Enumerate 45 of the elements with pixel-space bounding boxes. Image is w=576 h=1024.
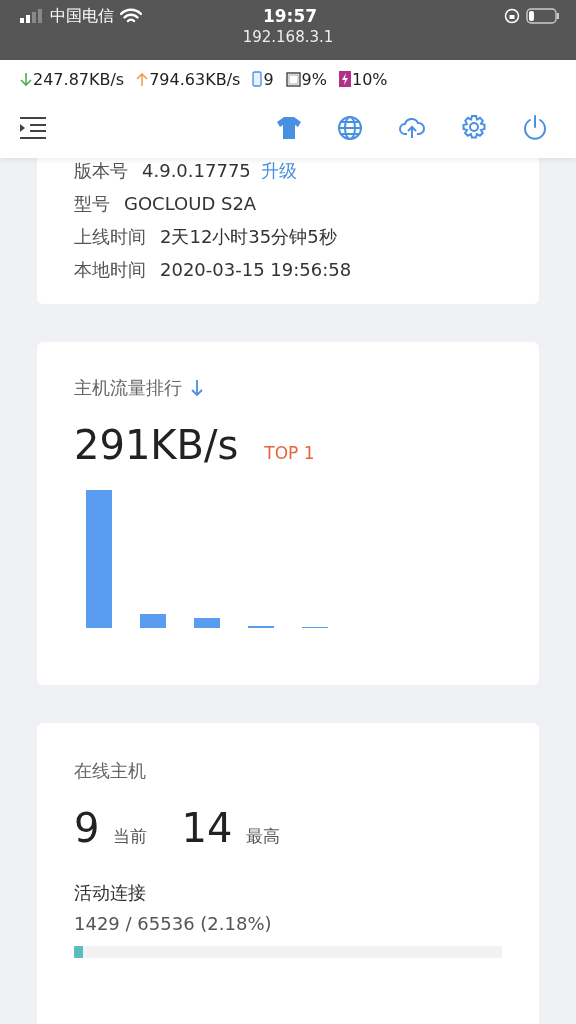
globe-icon[interactable] [337,115,363,141]
info-value: 2020-03-15 19:56:58 [160,259,352,280]
signal-icon [20,9,44,23]
info-value: 2天12小时35分钟5秒 [160,224,337,249]
connections-value: 1429 / 65536 (2.18%) [74,913,273,934]
upgrade-link[interactable]: 升级 [260,158,297,183]
carrier-name: 中国电信 [50,5,114,27]
traffic-rate: 291KB/s [74,422,239,468]
rank-label: TOP 1 [264,443,315,463]
card-title: 主机流量排行 [74,376,182,400]
battery-icon [526,8,560,24]
shirt-icon[interactable] [276,116,302,140]
memory-usage: 10% [351,69,388,89]
phone-icon [252,71,263,87]
current-label: 当前 [113,825,148,848]
connections-title: 活动连接 [74,881,147,905]
rotation-lock-icon [504,8,520,24]
settings-icon[interactable] [461,115,487,141]
max-label: 最高 [246,825,281,848]
info-label: 本地时间 [74,257,146,282]
chart-bar [140,614,166,628]
clock-time: 19:57 [262,6,318,26]
menu-icon[interactable] [19,116,47,140]
info-label: 版本号 [74,158,128,183]
max-host-count: 14 [181,805,233,851]
upload-rate: 794.63KB/s [149,69,241,89]
current-host-count: 9 [74,805,100,851]
power-icon[interactable] [522,115,548,141]
cpu-usage: 9% [301,69,327,89]
device-count: 9 [263,69,274,89]
memory-icon [338,71,351,87]
download-rate: 247.87KB/s [33,69,125,89]
info-label: 型号 [74,191,110,216]
cloud-upload-icon[interactable] [398,116,426,140]
wifi-icon [120,8,142,24]
page-url: 192.168.3.1 [242,28,334,46]
up-arrow-icon [136,71,149,87]
card-title: 在线主机 [74,759,147,783]
info-label: 上线时间 [74,224,146,249]
info-value: 4.9.0.17775 [142,160,251,181]
sort-down-icon[interactable] [190,379,204,397]
info-value: GOCLOUD S2A [124,193,257,214]
down-arrow-icon [20,71,32,87]
cpu-icon [285,71,301,87]
chart-bar [194,618,220,628]
